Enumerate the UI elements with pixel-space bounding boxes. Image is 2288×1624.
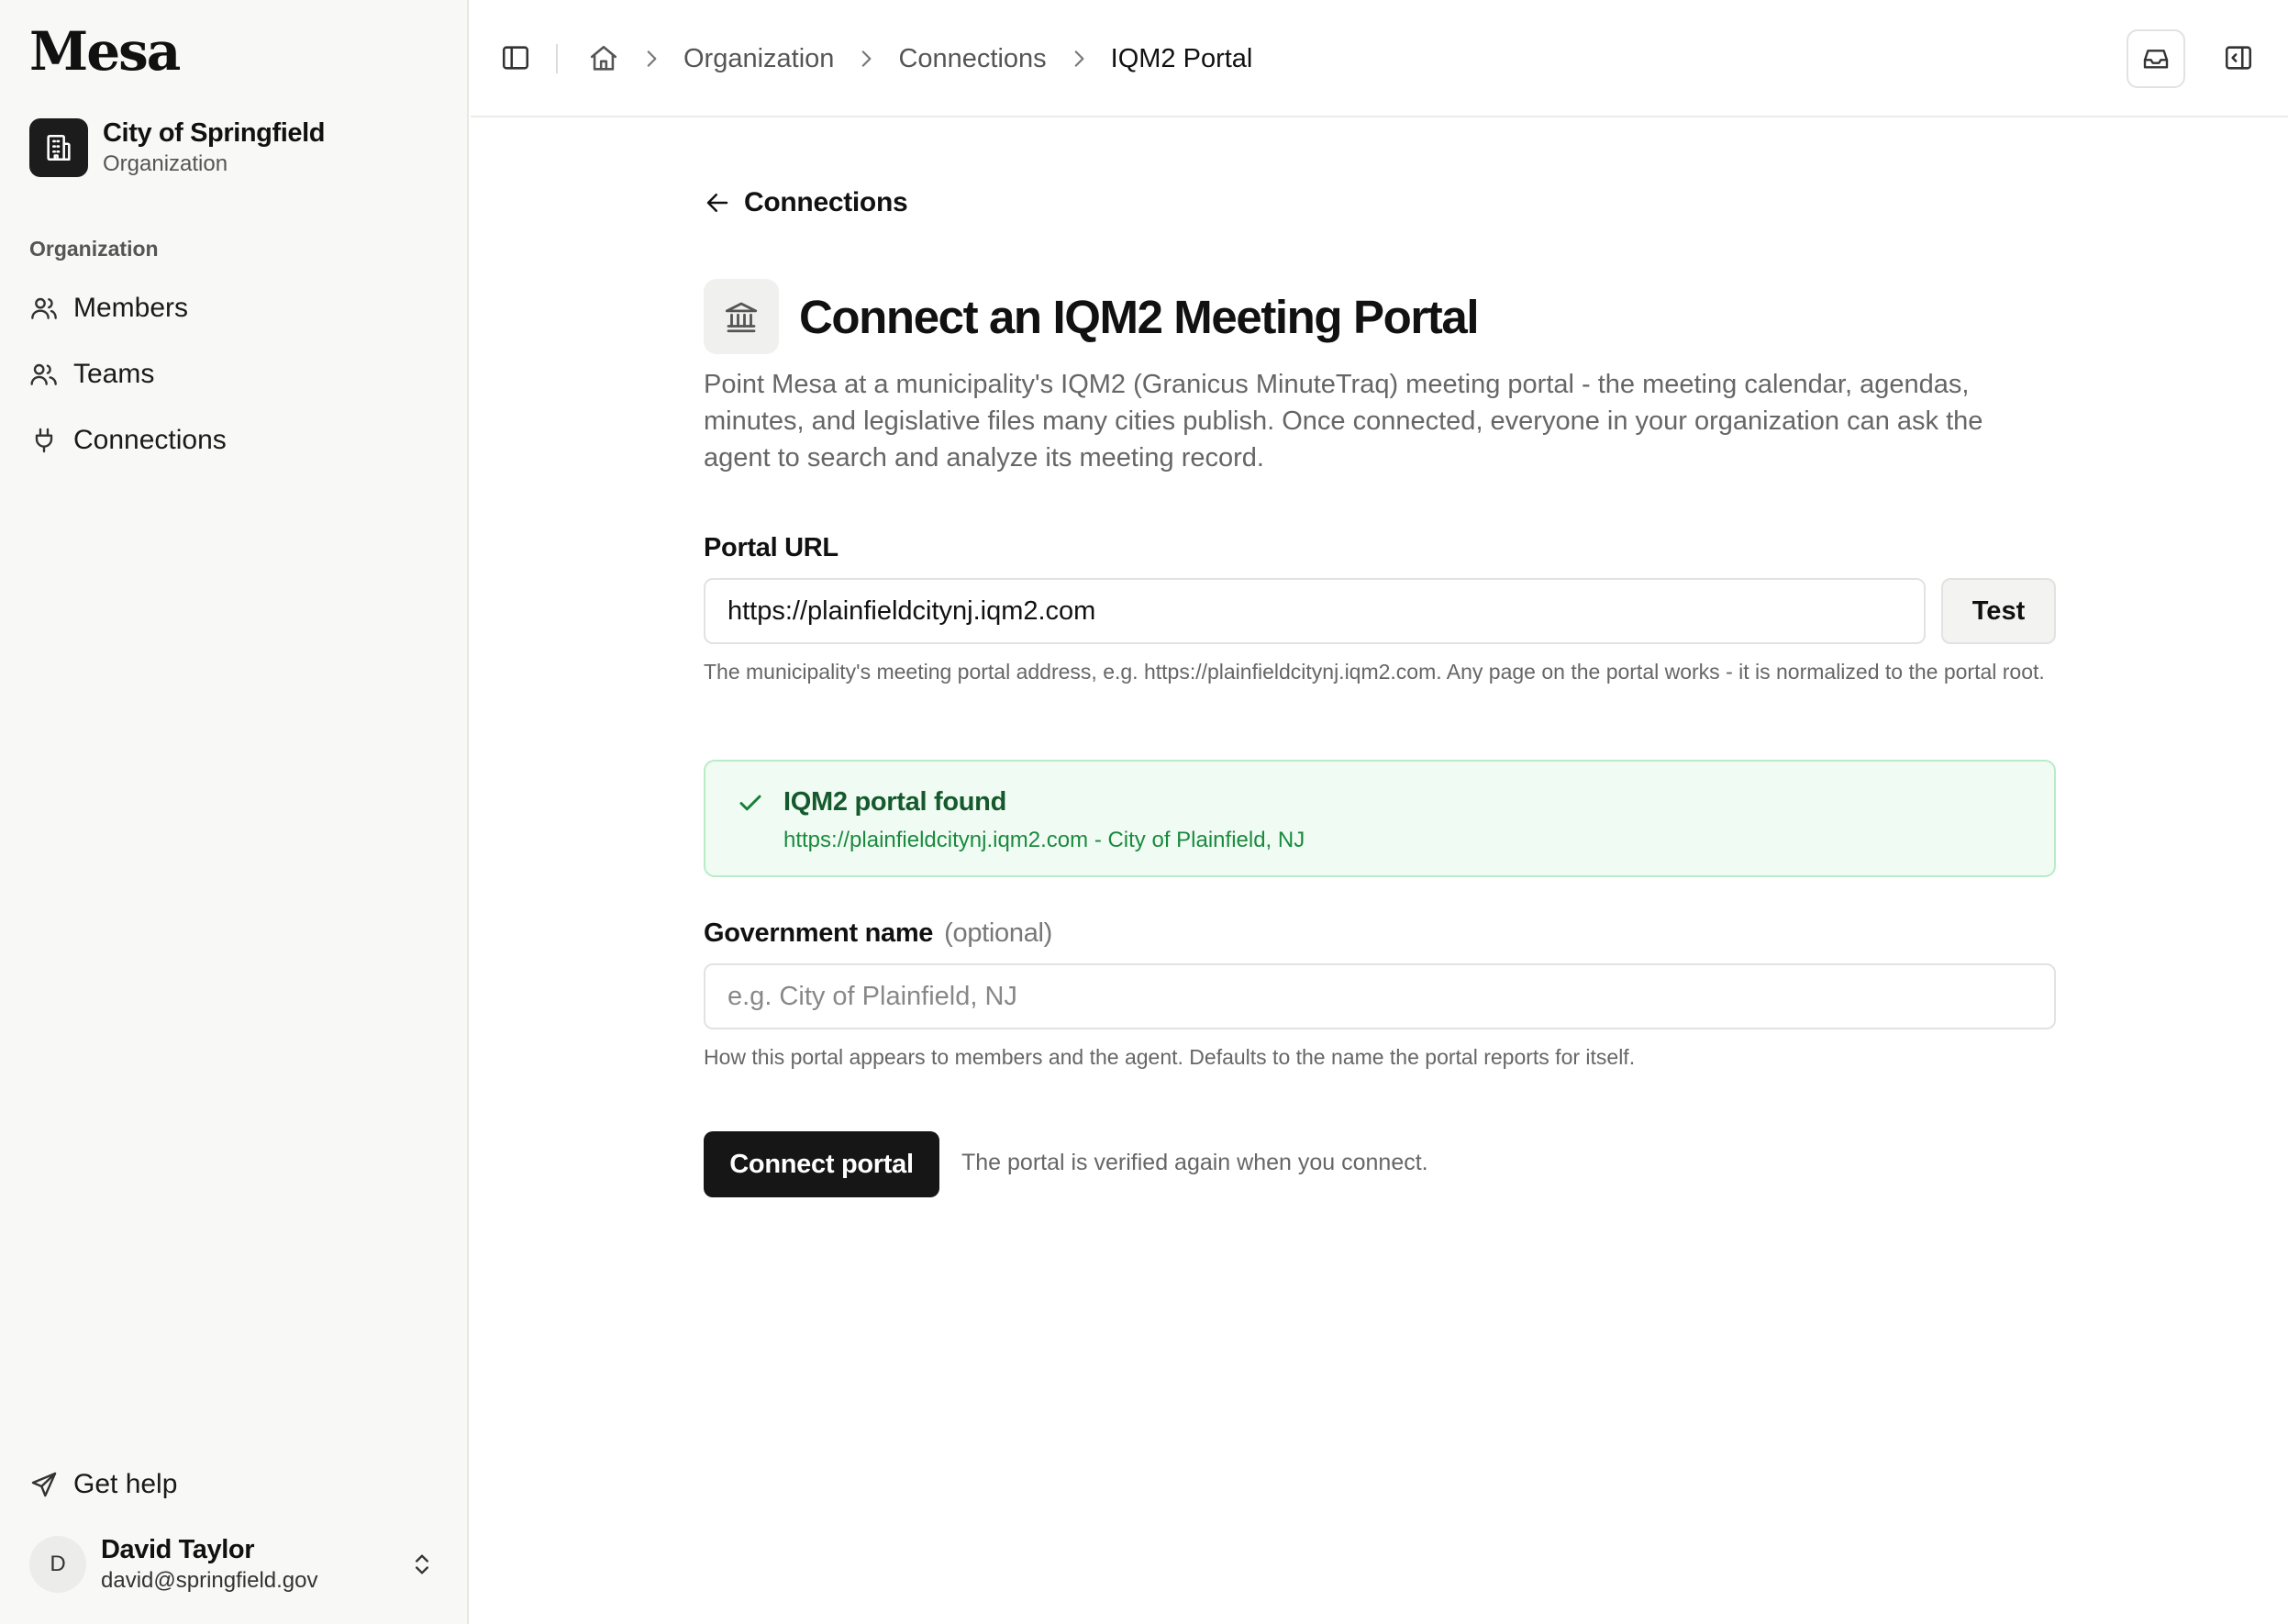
breadcrumb-connections[interactable]: Connections: [898, 44, 1046, 74]
sidebar-toggle-icon[interactable]: [500, 42, 531, 73]
check-icon: [737, 789, 764, 817]
top-bar: Organization Connections IQM2 Portal: [471, 0, 2288, 117]
chevron-right-icon: [639, 47, 663, 71]
sidebar-nav: Members Teams Connections: [29, 283, 442, 481]
chevron-right-icon: [854, 47, 878, 71]
status-banner: IQM2 portal found https://plainfieldcity…: [704, 760, 2056, 877]
connect-portal-button[interactable]: Connect portal: [704, 1131, 939, 1197]
inbox-icon: [2141, 44, 2171, 73]
status-title: IQM2 portal found: [783, 787, 1006, 817]
org-name: City of Springfield: [103, 118, 326, 148]
users-icon: [29, 294, 59, 323]
app-logo: Mesa: [29, 20, 181, 83]
sidebar-item-label: Members: [73, 293, 189, 323]
landmark-icon: [704, 279, 779, 354]
optional-tag: (optional): [944, 918, 1053, 948]
get-help-label: Get help: [73, 1469, 178, 1499]
user-menu[interactable]: D David Taylor david@springfield.gov: [29, 1534, 442, 1595]
gov-name-hint: How this portal appears to members and t…: [704, 1045, 1636, 1069]
user-email: david@springfield.gov: [101, 1568, 318, 1593]
page-header: Connect an IQM2 Meeting Portal: [704, 279, 1479, 354]
chevron-up-down-icon: [409, 1552, 435, 1577]
user-group-icon: [29, 360, 59, 389]
sidebar-item-label: Connections: [73, 425, 227, 455]
sidebar-item-teams[interactable]: Teams: [29, 349, 442, 400]
back-link[interactable]: Connections: [704, 187, 908, 218]
divider: [556, 44, 558, 73]
back-link-label: Connections: [744, 187, 908, 217]
org-switcher[interactable]: City of Springfield Organization: [29, 117, 326, 178]
page-title: Connect an IQM2 Meeting Portal: [799, 290, 1479, 343]
portal-url-input[interactable]: [704, 578, 1926, 644]
portal-url-label: Portal URL: [704, 533, 839, 562]
sidebar: Mesa City of Springfield Organization Or…: [0, 0, 469, 1624]
send-icon: [29, 1470, 59, 1499]
inbox-button[interactable]: [2127, 29, 2185, 88]
gov-name-input[interactable]: [704, 963, 2056, 1029]
org-type: Organization: [103, 151, 228, 176]
breadcrumb-organization[interactable]: Organization: [683, 44, 834, 74]
breadcrumb: Organization Connections IQM2 Portal: [588, 37, 1252, 81]
panel-toggle-icon[interactable]: [2223, 42, 2254, 73]
sidebar-item-connections[interactable]: Connections: [29, 415, 442, 466]
home-icon[interactable]: [588, 43, 619, 74]
user-name: David Taylor: [101, 1535, 255, 1564]
connect-note: The portal is verified again when you co…: [961, 1150, 1428, 1175]
nav-section-heading: Organization: [29, 237, 159, 261]
breadcrumb-current: IQM2 Portal: [1110, 43, 1253, 73]
portal-url-hint: The municipality's meeting portal addres…: [704, 660, 2045, 684]
gov-name-label-text: Government name: [704, 918, 934, 948]
test-button[interactable]: Test: [1941, 578, 2056, 644]
status-detail: https://plainfieldcitynj.iqm2.com - City…: [783, 828, 1305, 852]
arrow-left-icon: [704, 189, 731, 217]
gov-name-label: Government name (optional): [704, 918, 1052, 949]
avatar: D: [29, 1536, 86, 1593]
chevron-right-icon: [1067, 47, 1091, 71]
sidebar-item-members[interactable]: Members: [29, 283, 442, 334]
get-help-link[interactable]: Get help: [29, 1459, 177, 1510]
page-description: Point Mesa at a municipality's IQM2 (Gra…: [704, 370, 1983, 473]
building-icon: [29, 118, 88, 177]
sidebar-item-label: Teams: [73, 359, 155, 389]
plug-icon: [29, 426, 59, 455]
